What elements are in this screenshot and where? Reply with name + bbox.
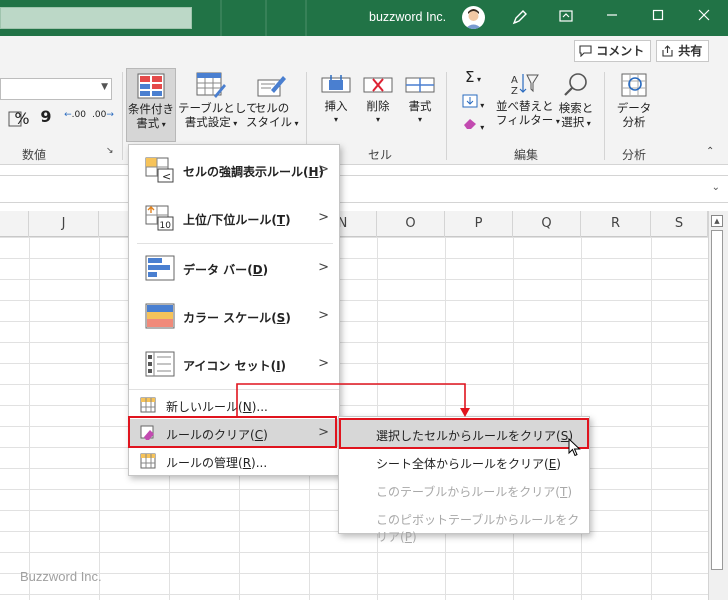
annotation-arrow (236, 383, 470, 417)
watermark: Buzzword Inc. (20, 569, 102, 584)
mouse-pointer-icon (568, 438, 581, 457)
